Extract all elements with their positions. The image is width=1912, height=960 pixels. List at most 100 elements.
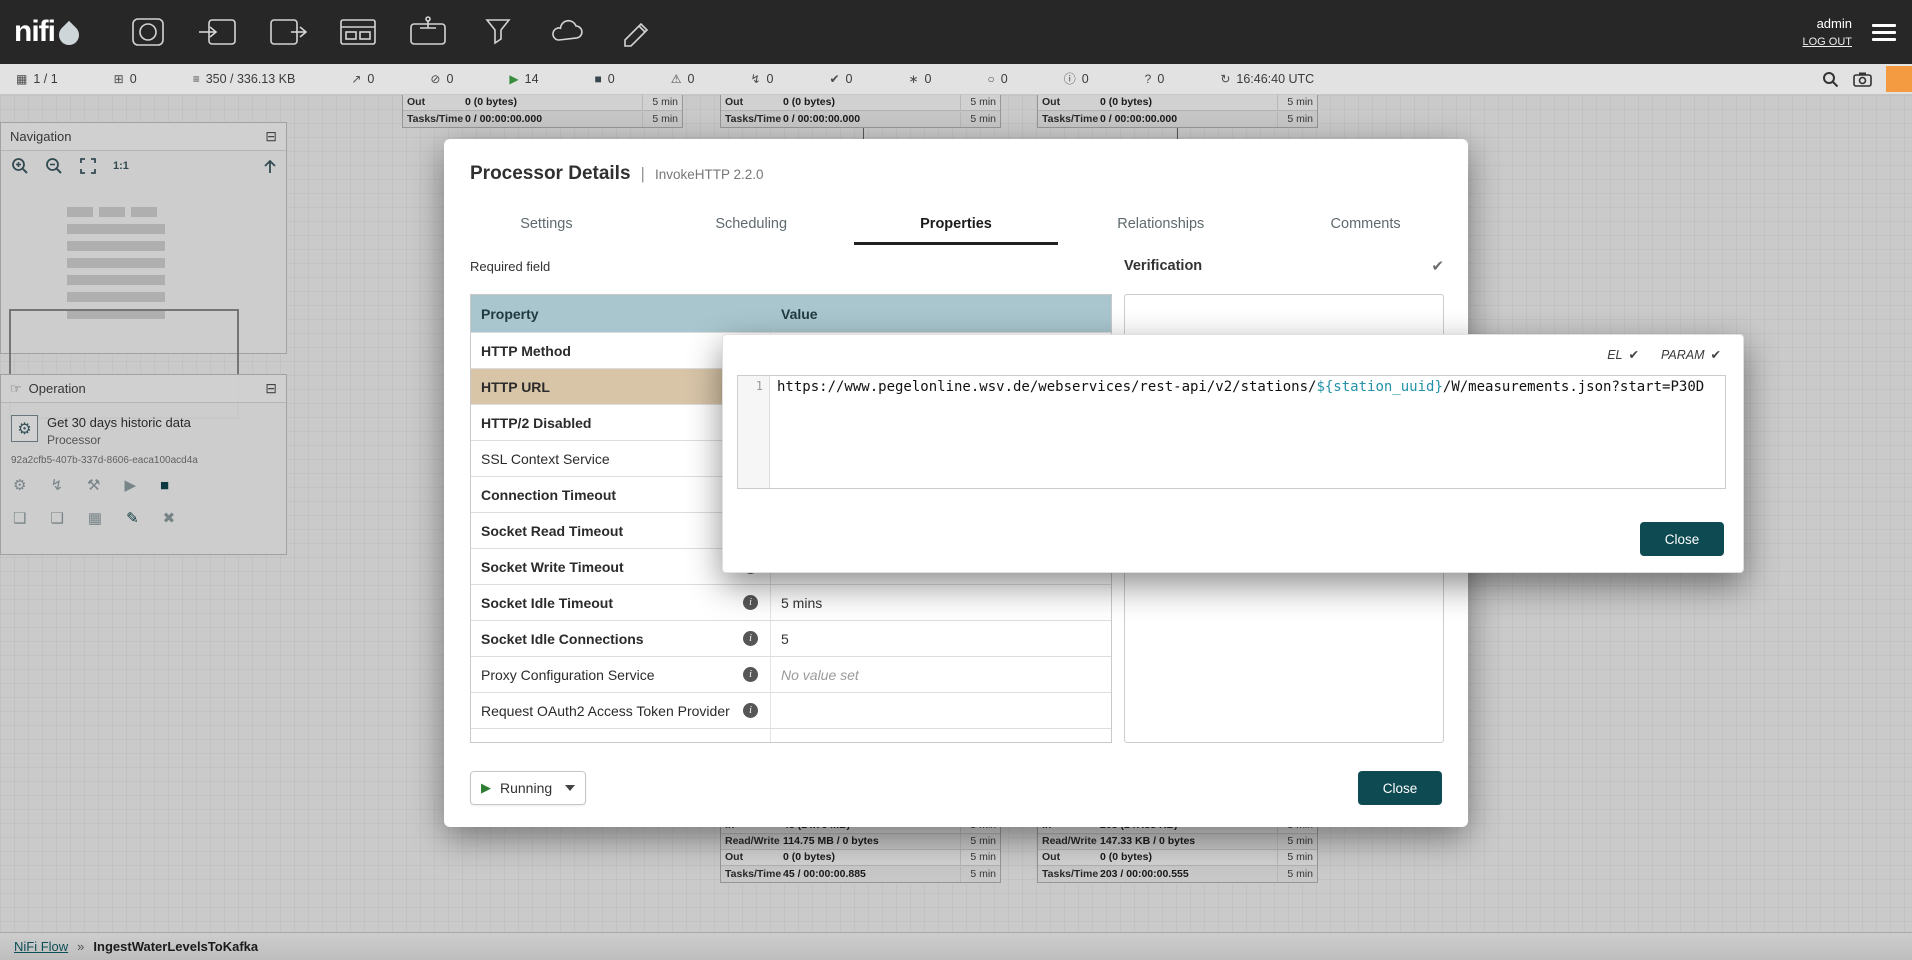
property-value[interactable]: 5 mins: [781, 595, 822, 611]
verification-check-icon[interactable]: ✔: [1431, 257, 1444, 275]
new-funnel-icon[interactable]: [475, 14, 521, 50]
param-label: PARAM: [1661, 348, 1705, 362]
property-name: HTTP URL: [481, 379, 580, 395]
app-header: nifi admin LOG OUT: [0, 0, 1912, 64]
droplet-icon: [55, 21, 83, 49]
new-label-icon[interactable]: [615, 14, 661, 50]
property-name: Connection Timeout: [481, 487, 646, 503]
status-up-to-date: ✔0: [829, 72, 852, 86]
property-row-proxy-configuration-service[interactable]: Proxy Configuration Service i No value se…: [471, 656, 1111, 692]
line-number: 1: [738, 376, 770, 488]
status-value: 0: [1001, 72, 1008, 86]
property-name: Socket Idle Connections: [481, 631, 674, 647]
stale-icon: ○: [988, 73, 995, 85]
info-icon[interactable]: i: [743, 703, 758, 718]
dialog-title: Processor Details | InvokeHTTP 2.2.0: [470, 163, 764, 185]
camera-icon[interactable]: [1853, 72, 1872, 87]
status-value: 1 / 1: [33, 72, 57, 86]
status-invalid: ⚠0: [671, 72, 695, 86]
info-icon[interactable]: i: [743, 595, 758, 610]
info-icon[interactable]: i: [743, 667, 758, 682]
up-to-date-icon: ✔: [829, 73, 839, 85]
new-output-port-icon[interactable]: [265, 14, 311, 50]
property-name: Socket Write Timeout: [481, 559, 654, 575]
search-icon[interactable]: [1822, 71, 1839, 88]
status-sync-failure: ?0: [1145, 72, 1165, 86]
brand-text: nifi: [14, 15, 55, 49]
status-value: 0: [925, 72, 932, 86]
tab-scheduling[interactable]: Scheduling: [649, 203, 854, 245]
global-menu-icon[interactable]: [1872, 20, 1896, 45]
status-value: 0: [688, 72, 695, 86]
el-check-icon: ✔: [1629, 347, 1639, 362]
tab-comments[interactable]: Comments: [1263, 203, 1468, 245]
status-connected-nodes: ▦ 1 / 1: [16, 72, 58, 86]
value-code-editor[interactable]: 1 https://www.pegelonline.wsv.de/webserv…: [737, 375, 1726, 489]
tab-settings[interactable]: Settings: [444, 203, 649, 245]
url-suffix: /W/measurements.json?start=P30D: [1443, 379, 1704, 395]
process-group-icon: ⊞: [114, 73, 124, 85]
dialog-title-text: Processor Details: [470, 163, 631, 185]
invalid-icon: ⚠: [671, 73, 682, 85]
tab-relationships[interactable]: Relationships: [1058, 203, 1263, 245]
property-name: Request OAuth2 Access Token Provider: [481, 703, 760, 719]
status-running: ▶ 14: [509, 72, 538, 86]
running-icon: ▶: [509, 73, 518, 85]
transmitting-icon: ↗: [351, 73, 361, 85]
property-value[interactable]: No value set: [781, 667, 859, 683]
stopped-icon: ■: [595, 73, 602, 85]
status-disabled: ↯0: [750, 72, 773, 86]
status-value: 14: [525, 72, 539, 86]
new-process-group-icon[interactable]: [335, 14, 381, 50]
property-value-editor: EL ✔ PARAM ✔ 1 https://www.pegelonline.w…: [722, 334, 1744, 573]
dialog-close-button[interactable]: Close: [1358, 771, 1442, 805]
new-remote-process-group-icon[interactable]: [405, 14, 451, 50]
column-value: Value: [771, 306, 1111, 322]
expression-name: station_uuid: [1333, 379, 1434, 395]
new-processor-icon[interactable]: [125, 14, 171, 50]
status-value: 16:46:40 UTC: [1236, 72, 1314, 86]
sync-failure-icon: ?: [1145, 73, 1152, 85]
status-queued: ≡350 / 336.13 KB: [193, 72, 296, 86]
new-input-port-icon[interactable]: [195, 14, 241, 50]
property-name: Proxy Configuration Service: [481, 667, 685, 683]
logout-link[interactable]: LOG OUT: [1802, 36, 1852, 48]
status-stale: ○0: [988, 72, 1008, 86]
property-value[interactable]: 5: [781, 631, 789, 647]
property-row-oauth2-token-provider[interactable]: Request OAuth2 Access Token Provideri: [471, 692, 1111, 728]
bulletin-indicator: [1886, 66, 1912, 92]
new-template-cloud-icon[interactable]: [545, 14, 591, 50]
status-value: 0: [767, 72, 774, 86]
editor-close-button[interactable]: Close: [1640, 522, 1724, 556]
status-value: 0: [367, 72, 374, 86]
cluster-icon: ▦: [16, 73, 27, 85]
disabled-icon: ↯: [750, 73, 760, 85]
verification-label: Verification: [1124, 258, 1202, 274]
status-locally-modified-stale: ⓘ0: [1064, 72, 1089, 86]
dialog-subtitle: InvokeHTTP 2.2.0: [655, 167, 764, 182]
status-value: 0: [608, 72, 615, 86]
refresh-icon[interactable]: ↻: [1220, 73, 1230, 85]
dialog-title-divider: |: [641, 164, 645, 184]
property-name: Socket Idle Timeout: [481, 595, 643, 611]
property-name: HTTP Method: [481, 343, 601, 359]
info-icon[interactable]: i: [743, 631, 758, 646]
property-name: HTTP/2 Disabled: [481, 415, 621, 431]
running-play-icon: ▶: [481, 780, 491, 796]
property-row-socket-idle-connections[interactable]: Socket Idle Connections i 5: [471, 620, 1111, 656]
run-state-button[interactable]: ▶ Running: [470, 771, 586, 805]
status-bar: ▦1 / 1 ⊞0 ≡350 / 336.13 KB ↗0 ⊘0 ▶14 ■0 …: [0, 64, 1912, 95]
param-supported-hint: PARAM ✔: [1661, 347, 1721, 362]
value-text[interactable]: https://www.pegelonline.wsv.de/webservic…: [770, 376, 1725, 488]
chevron-down-icon: [565, 785, 575, 791]
status-value: 0: [1157, 72, 1164, 86]
tab-properties[interactable]: Properties: [854, 203, 1059, 245]
status-last-refresh[interactable]: ↻ 16:46:40 UTC: [1220, 72, 1314, 86]
status-locally-modified: ∗0: [908, 72, 931, 86]
property-row-clipped: [471, 728, 1111, 743]
status-value: 0: [446, 72, 453, 86]
current-user: admin: [1817, 16, 1852, 31]
queued-icon: ≡: [193, 73, 200, 85]
property-row-socket-idle-timeout[interactable]: Socket Idle Timeout i 5 mins: [471, 584, 1111, 620]
url-prefix: https://www.pegelonline.wsv.de/webservic…: [777, 379, 1316, 395]
